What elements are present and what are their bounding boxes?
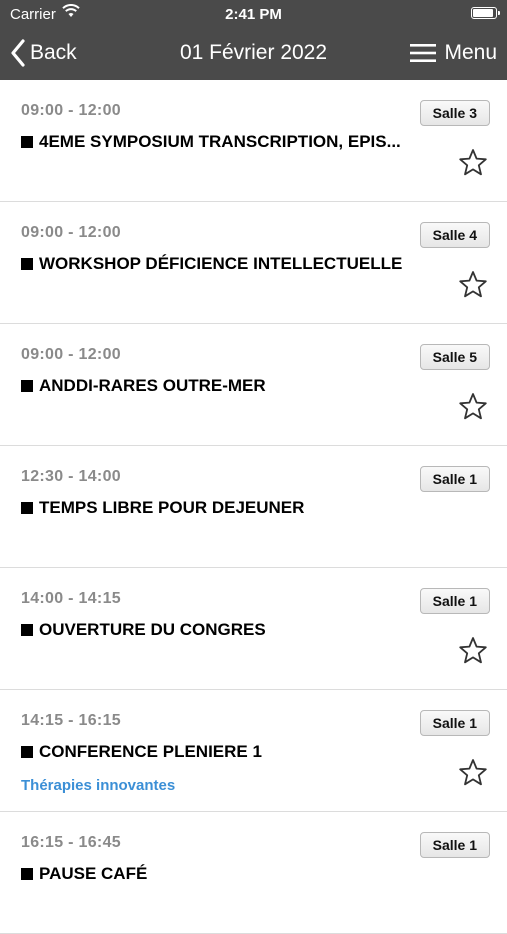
room-badge[interactable]: Salle 4	[419, 222, 490, 248]
session-title: PAUSE CAFÉ	[21, 864, 441, 884]
bullet-square-icon	[21, 502, 33, 514]
session-title: 4EME SYMPOSIUM TRANSCRIPTION, EPIS...	[21, 132, 441, 152]
room-badge[interactable]: Salle 1	[419, 832, 490, 858]
bullet-square-icon	[21, 380, 33, 392]
status-time: 2:41 PM	[225, 6, 282, 23]
session-time: 12:30 - 14:00	[21, 468, 121, 485]
room-badge[interactable]: Salle 1	[419, 588, 490, 614]
session-title-text: TEMPS LIBRE POUR DEJEUNER	[39, 498, 305, 517]
session-title-text: CONFERENCE PLENIERE 1	[39, 742, 262, 761]
session-title: CONFERENCE PLENIERE 1	[21, 742, 441, 762]
favorite-star-icon[interactable]	[457, 147, 489, 179]
session-time: 09:00 - 12:00	[21, 346, 121, 363]
session-title-text: 4EME SYMPOSIUM TRANSCRIPTION, EPIS...	[39, 132, 401, 151]
session-title: ANDDI-RARES OUTRE-MER	[21, 376, 441, 396]
room-badge[interactable]: Salle 5	[419, 344, 490, 370]
session-title-text: OUVERTURE DU CONGRES	[39, 620, 266, 639]
hamburger-icon	[410, 44, 437, 62]
session-title: TEMPS LIBRE POUR DEJEUNER	[21, 498, 441, 518]
session-title-text: PAUSE CAFÉ	[39, 864, 148, 883]
session-row[interactable]: 14:15 - 16:15 Salle 1 CONFERENCE PLENIERE …	[0, 690, 507, 812]
session-title-text: WORKSHOP DÉFICIENCE INTELLECTUELLE	[39, 254, 403, 273]
bullet-square-icon	[21, 258, 33, 270]
menu-button[interactable]: Menu	[410, 36, 497, 70]
session-title: OUVERTURE DU CONGRES	[21, 620, 441, 640]
menu-label: Menu	[444, 41, 497, 64]
bullet-square-icon	[21, 746, 33, 758]
room-badge[interactable]: Salle 3	[419, 100, 490, 126]
session-row[interactable]: 16:15 - 16:45 Salle 1 PAUSE CAFÉ	[0, 812, 507, 934]
favorite-star-icon[interactable]	[457, 635, 489, 667]
bullet-square-icon	[21, 136, 33, 148]
bullet-square-icon	[21, 624, 33, 636]
session-title: WORKSHOP DÉFICIENCE INTELLECTUELLE	[21, 254, 441, 274]
session-row[interactable]: 09:00 - 12:00 Salle 4 WORKSHOP DÉFICIENCE …	[0, 202, 507, 324]
status-bar: Carrier 2:41 PM	[0, 0, 507, 28]
session-subtitle[interactable]: Thérapies innovantes	[21, 777, 175, 794]
battery-fill	[473, 9, 493, 17]
battery-icon	[471, 7, 500, 19]
session-title-text: ANDDI-RARES OUTRE-MER	[39, 376, 266, 395]
room-badge[interactable]: Salle 1	[419, 466, 490, 492]
app-header: Carrier 2:41 PM Back 01 Février 2022 Men…	[0, 0, 507, 80]
session-row[interactable]: 12:30 - 14:00 Salle 1 TEMPS LIBRE POUR DEJ…	[0, 446, 507, 568]
session-list: 09:00 - 12:00 Salle 3 4EME SYMPOSIUM TRANS…	[0, 80, 507, 934]
session-time: 14:15 - 16:15	[21, 712, 121, 729]
session-row[interactable]: 14:00 - 14:15 Salle 1 OUVERTURE DU CONGRES	[0, 568, 507, 690]
favorite-star-icon[interactable]	[457, 757, 489, 789]
session-row[interactable]: 09:00 - 12:00 Salle 5 ANDDI-RARES OUTRE-ME…	[0, 324, 507, 446]
session-time: 09:00 - 12:00	[21, 224, 121, 241]
room-badge[interactable]: Salle 1	[419, 710, 490, 736]
nav-bar: Back 01 Février 2022 Menu	[0, 28, 507, 80]
session-time: 16:15 - 16:45	[21, 834, 121, 851]
bullet-square-icon	[21, 868, 33, 880]
session-time: 14:00 - 14:15	[21, 590, 121, 607]
favorite-star-icon[interactable]	[457, 391, 489, 423]
favorite-star-icon[interactable]	[457, 269, 489, 301]
session-row[interactable]: 09:00 - 12:00 Salle 3 4EME SYMPOSIUM TRANS…	[0, 80, 507, 202]
session-time: 09:00 - 12:00	[21, 102, 121, 119]
